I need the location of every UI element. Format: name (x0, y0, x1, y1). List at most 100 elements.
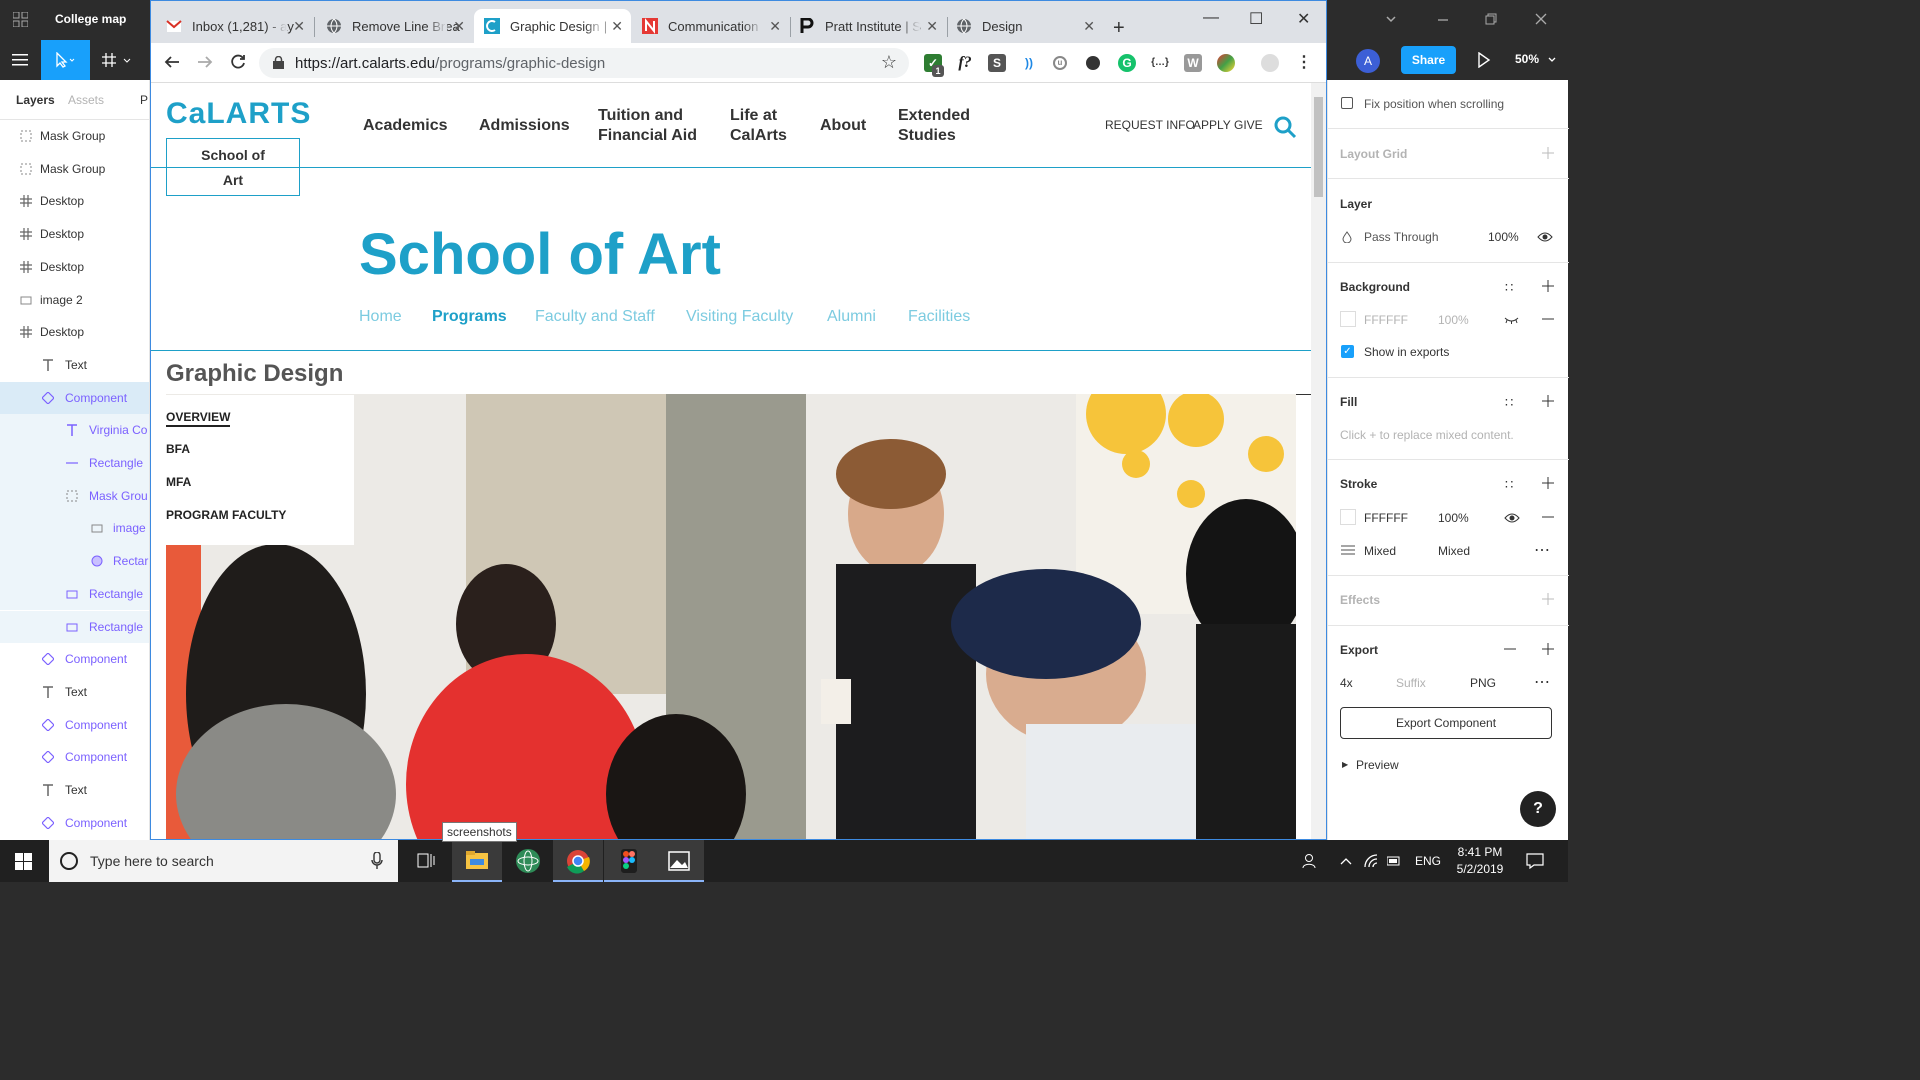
tab-layers[interactable]: Layers (16, 93, 55, 107)
layer-row[interactable]: Component (0, 709, 149, 742)
file-explorer-icon[interactable] (452, 840, 502, 882)
extension-clock-icon[interactable]: u (1053, 56, 1067, 70)
layer-row[interactable]: Mask Group (0, 120, 149, 153)
new-tab-button[interactable]: + (1113, 17, 1125, 40)
url-text[interactable]: https://art.calarts.edu/programs/graphic… (295, 55, 605, 72)
layer-row[interactable]: Rectangle (0, 577, 149, 611)
chrome-menu-icon[interactable]: ⋮ (1295, 54, 1313, 72)
chevron-up-icon[interactable] (1339, 856, 1353, 866)
zoom-level[interactable]: 50% (1515, 52, 1539, 66)
layer-row[interactable]: Rectangle (0, 447, 149, 480)
give-link[interactable]: GIVE (1234, 118, 1263, 132)
export-scale-field[interactable]: 4x (1340, 676, 1353, 690)
share-button[interactable]: Share (1401, 46, 1456, 74)
profile-avatar-icon[interactable] (1261, 54, 1279, 72)
tab-close-icon[interactable]: ✕ (926, 18, 938, 35)
windows-start-icon[interactable] (15, 853, 32, 870)
layer-row[interactable]: Desktop (0, 251, 149, 284)
maximize-icon[interactable]: ☐ (1249, 9, 1263, 29)
layer-opacity-field[interactable]: 100% (1488, 230, 1519, 244)
browser-tab[interactable]: Inbox (1,281) - ay ✕ (156, 9, 313, 43)
fix-position-checkbox[interactable] (1341, 97, 1353, 109)
extension-json-icon[interactable]: {…} (1151, 54, 1169, 72)
more-options-icon[interactable]: ⋯ (1534, 540, 1550, 560)
subnav-alumni[interactable]: Alumni (827, 308, 876, 326)
side-menu-bfa[interactable]: BFA (166, 442, 190, 456)
layer-row[interactable]: image (0, 512, 149, 546)
layer-row[interactable]: Component (0, 741, 149, 774)
subnav-facilities[interactable]: Facilities (908, 308, 970, 326)
nav-admissions[interactable]: Admissions (479, 116, 570, 136)
taskbar-search-box[interactable]: Type here to search (49, 840, 398, 882)
bookmark-star-icon[interactable]: ☆ (881, 52, 897, 73)
side-menu-program-faculty[interactable]: PROGRAM FACULTY (166, 508, 286, 522)
chrome-app-icon[interactable] (553, 840, 603, 882)
browser-tab[interactable]: Design ✕ (946, 9, 1103, 43)
add-background-icon[interactable] (1542, 280, 1554, 292)
browser-tab[interactable]: Communication ✕ (632, 9, 789, 43)
background-opacity-field[interactable]: 100% (1438, 313, 1469, 327)
nav-life-at-calarts[interactable]: Life at CalArts (730, 106, 787, 146)
side-menu-overview[interactable]: OVERVIEW (166, 410, 231, 427)
layer-row[interactable]: Component (0, 643, 149, 676)
caret-right-icon[interactable]: ▶ (1342, 760, 1348, 769)
more-options-icon[interactable]: ⋯ (1534, 672, 1550, 692)
layer-row[interactable]: Desktop (0, 218, 149, 251)
scrollbar-thumb[interactable] (1314, 97, 1323, 197)
tab-close-icon[interactable]: ✕ (769, 18, 781, 35)
wifi-icon[interactable] (1363, 854, 1379, 868)
minimize-icon[interactable] (1436, 12, 1450, 26)
avatar[interactable]: A (1356, 49, 1380, 73)
add-effect-icon[interactable] (1542, 593, 1554, 605)
add-export-icon[interactable] (1542, 643, 1554, 655)
extension-s-icon[interactable]: S (988, 54, 1006, 72)
add-layout-grid-icon[interactable] (1542, 147, 1554, 159)
subnav-programs[interactable]: Programs (432, 308, 507, 326)
microphone-icon[interactable] (371, 852, 383, 870)
extension-color-icon[interactable] (1217, 54, 1235, 72)
layer-row[interactable]: Mask Grou (0, 479, 149, 513)
chevron-down-icon[interactable] (1384, 12, 1398, 26)
layer-row[interactable]: image 2 (0, 284, 149, 317)
task-view-icon[interactable] (400, 840, 450, 882)
extension-w-icon[interactable]: W (1184, 54, 1202, 72)
people-icon[interactable] (1302, 853, 1318, 869)
export-suffix-field[interactable]: Suffix (1396, 676, 1426, 690)
forward-arrow-icon[interactable] (196, 53, 214, 71)
extension-grammarly-icon[interactable]: G (1118, 54, 1136, 72)
show-in-exports-checkbox[interactable]: ✓ (1341, 345, 1354, 358)
zoom-chevron-icon[interactable] (1548, 56, 1556, 64)
layer-row[interactable]: Text (0, 349, 149, 382)
layer-row[interactable]: Component (0, 381, 149, 415)
figma-app-icon[interactable] (604, 840, 654, 882)
preview-toggle[interactable]: Preview (1356, 758, 1399, 772)
remove-stroke-icon[interactable] (1542, 511, 1554, 523)
notifications-icon[interactable] (1526, 853, 1544, 869)
extension-circle-icon[interactable] (1086, 56, 1100, 70)
extension-wave-icon[interactable]: )) (1020, 54, 1038, 72)
tab-close-icon[interactable]: ✕ (1083, 18, 1095, 35)
style-grid-icon[interactable]: ∷ (1505, 280, 1513, 296)
layer-row[interactable]: Rectangle (0, 610, 149, 644)
restore-icon[interactable] (1484, 12, 1498, 26)
help-button[interactable]: ? (1520, 791, 1556, 827)
stroke-weight-field[interactable]: Mixed (1364, 544, 1396, 558)
layer-row[interactable]: Mask Group (0, 153, 149, 186)
atom-app-icon[interactable] (503, 840, 553, 882)
stroke-color-swatch[interactable] (1340, 509, 1356, 525)
close-icon[interactable]: ✕ (1297, 9, 1310, 29)
extension-font-icon[interactable]: f? (956, 54, 974, 72)
subnav-visiting-faculty[interactable]: Visiting Faculty (686, 308, 793, 326)
tab-assets[interactable]: Assets (68, 93, 104, 107)
taskbar-clock[interactable]: 8:41 PM 5/2/2019 (1442, 844, 1518, 878)
tab-close-icon[interactable]: ✕ (453, 18, 465, 35)
tab-close-icon[interactable]: ✕ (293, 18, 305, 35)
minimize-icon[interactable]: — (1203, 9, 1219, 27)
browser-tab[interactable]: Graphic Design | ✕ (474, 9, 631, 43)
reload-icon[interactable] (229, 53, 247, 71)
nav-academics[interactable]: Academics (363, 116, 448, 136)
hamburger-menu-icon[interactable] (12, 52, 28, 68)
play-icon[interactable] (1477, 52, 1491, 68)
page-scrollbar[interactable] (1311, 83, 1326, 839)
language-indicator[interactable]: ENG (1415, 854, 1441, 868)
